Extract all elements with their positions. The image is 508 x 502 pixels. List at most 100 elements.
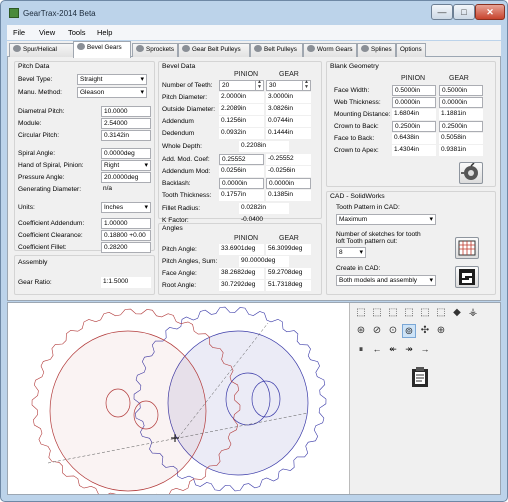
gear-face-width-input[interactable]: 0.5000in — [439, 85, 483, 96]
center-icon[interactable]: ⊕ — [434, 324, 448, 338]
pinion-backlash-input[interactable]: 0.0000in — [219, 178, 264, 189]
coef-clearance-input[interactable]: 0.18800 +0.00 — [101, 230, 151, 241]
view-left-icon[interactable]: ⬚ — [386, 306, 400, 320]
maximize-button[interactable]: □ — [453, 4, 475, 20]
generating-diameter-value: n/a — [103, 185, 113, 192]
hand-of-spiral-select[interactable]: Right — [101, 160, 151, 171]
view-right-icon[interactable]: ⬚ — [402, 306, 416, 320]
tab-options[interactable]: Options — [396, 43, 426, 57]
tab-worm-gears[interactable]: Worm Gears — [303, 43, 357, 57]
minimize-button[interactable]: — — [431, 4, 453, 20]
face-to-back-label: Face to Back: — [334, 135, 375, 142]
manu-method-select[interactable]: Gleason — [77, 87, 147, 98]
create-in-solidworks-button[interactable] — [455, 266, 479, 288]
bevel-type-select[interactable]: Straight — [77, 74, 147, 85]
menu-bar: File View Tools Help — [7, 25, 501, 40]
gear-pitch-angle: 56.3099deg — [266, 244, 311, 255]
gear-backlash-input[interactable]: 0.0000in — [266, 178, 311, 189]
gear-tooth-thickness: 0.1385in — [266, 190, 311, 201]
pinion-teeth-spinner[interactable]: ▲ ▼ — [255, 80, 263, 91]
tab-strip: Spur/Helical Bevel Gears Sprockets Gear … — [7, 41, 501, 58]
create-in-cad-select[interactable]: Both models and assembly — [336, 275, 436, 286]
view-front-icon[interactable]: ⬚ — [354, 306, 368, 320]
rotate-x-icon[interactable]: ⊛ — [354, 324, 368, 338]
clipboard-button[interactable] — [408, 366, 432, 388]
gear-pitch-diameter: 3.0000in — [266, 92, 311, 103]
coef-addendum-input[interactable]: 1.00000 — [101, 218, 151, 229]
gear-teeth-spinner[interactable]: ▲ ▼ — [302, 80, 310, 91]
tab-sprockets[interactable]: Sprockets — [132, 43, 178, 57]
diametral-pitch-input[interactable]: 10.0000 — [101, 106, 151, 117]
blank-options-button[interactable] — [459, 162, 483, 184]
bevel-gears-page: Pitch Data Bevel Type: Straight Manu. Me… — [7, 57, 501, 301]
view-back-icon[interactable]: ⬚ — [370, 306, 384, 320]
module-input[interactable]: 2.54000 — [101, 118, 151, 129]
zoom-icon[interactable]: ⊙ — [386, 324, 400, 338]
close-button[interactable]: ✕ — [475, 4, 505, 20]
pinion-web-thickness-input[interactable]: 0.0000in — [392, 97, 436, 108]
crown-to-apex-label: Crown to Apex: — [334, 147, 379, 154]
sketch-count-select[interactable]: 8 — [336, 247, 366, 258]
pressure-angle-input[interactable]: 20.0000deg — [101, 172, 151, 183]
coef-fillet-label: Coefficient Fillet: — [18, 244, 67, 251]
tab-gear-belt-pulleys[interactable]: Gear Belt Pulleys — [178, 43, 250, 57]
tab-label: Spur/Helical — [23, 46, 57, 53]
step-back-icon[interactable]: ← — [370, 344, 384, 354]
pinion-crown-to-apex: 1.4304in — [392, 145, 436, 156]
coef-fillet-input[interactable]: 0.28200 — [101, 242, 151, 253]
view-bottom-icon[interactable]: ⬚ — [434, 306, 448, 320]
pinion-face-to-back: 0.6438in — [392, 133, 436, 144]
pinion-tooth-thickness: 0.1757in — [219, 190, 264, 201]
pitch-data-title: Pitch Data — [18, 63, 50, 70]
pause-icon[interactable]: ⏸ — [354, 344, 368, 355]
tooth-pattern-select[interactable]: Maximum — [336, 214, 436, 225]
pinion-add-mod-coef-input[interactable]: 0.25552 — [219, 154, 264, 165]
assembly-title: Assembly — [18, 259, 48, 266]
pan-icon[interactable]: ✣ — [418, 324, 432, 338]
gear-dedendum: 0.1444in — [266, 128, 311, 139]
gear-mounting-distance: 1.1881in — [439, 109, 483, 120]
view-top-icon[interactable]: ⬚ — [418, 306, 432, 320]
bevel-data-group: Bevel Data PINION GEAR Number of Teeth: … — [158, 61, 322, 224]
spiral-angle-input[interactable]: 0.0000deg — [101, 148, 151, 159]
angles-group: Angles PINION GEAR Pitch Angle: 33.6901d… — [158, 223, 322, 295]
teeth-label: Number of Teeth: — [162, 82, 213, 89]
tab-belt-pulleys[interactable]: Belt Pulleys — [250, 43, 303, 57]
tab-spur-helical[interactable]: Spur/Helical — [9, 43, 75, 57]
menu-file[interactable]: File — [13, 28, 25, 37]
pinion-addendum: 0.1256in — [219, 116, 264, 127]
pinion-face-width-input[interactable]: 0.5000in — [392, 85, 436, 96]
sketch-count-label-2: loft Tooth pattern cut: — [336, 238, 398, 245]
gear-web-thickness-input[interactable]: 0.0000in — [439, 97, 483, 108]
pulley-icon — [182, 45, 190, 52]
units-label: Units: — [18, 204, 35, 211]
solidworks-icon — [459, 269, 475, 285]
cad-table-button[interactable] — [455, 237, 479, 259]
menu-tools[interactable]: Tools — [68, 28, 86, 37]
gear-icon — [13, 45, 21, 52]
menu-view[interactable]: View — [39, 28, 55, 37]
rotate-z-icon[interactable]: ⊚ — [402, 324, 416, 338]
view-iso-icon[interactable]: ◆ — [450, 306, 464, 320]
tab-bevel-gears[interactable]: Bevel Gears — [73, 41, 131, 58]
menu-help[interactable]: Help — [97, 28, 112, 37]
pinion-crown-to-back-input[interactable]: 0.2500in — [392, 121, 436, 132]
gear-crown-to-back-input[interactable]: 0.2500in — [439, 121, 483, 132]
bevel-gear-preview — [31, 306, 327, 502]
step-forward-icon[interactable]: → — [418, 344, 432, 354]
whole-depth-label: Whole Depth: — [162, 143, 202, 150]
rewind-icon[interactable]: ↞ — [386, 344, 400, 355]
circular-pitch-input[interactable]: 0.3142in — [101, 130, 151, 141]
forward-icon[interactable]: ↠ — [402, 344, 416, 355]
blank-gear-header: GEAR — [449, 75, 469, 82]
whole-depth-value: 0.2208in — [239, 141, 289, 152]
pinion-addendum-mod: 0.0256in — [219, 166, 264, 177]
view-trimetric-icon[interactable]: ⚶ — [466, 306, 480, 320]
add-mod-coef-label: Add. Mod. Coef: — [162, 156, 210, 163]
units-select[interactable]: Inches — [101, 202, 151, 213]
tab-splines[interactable]: Splines — [357, 43, 396, 57]
pinion-pitch-angle: 33.6901deg — [219, 244, 264, 255]
rotate-y-icon[interactable]: ⊘ — [370, 324, 384, 338]
cad-title: CAD - SolidWorks — [330, 193, 385, 200]
generating-diameter-label: Generating Diameter: — [18, 186, 82, 193]
